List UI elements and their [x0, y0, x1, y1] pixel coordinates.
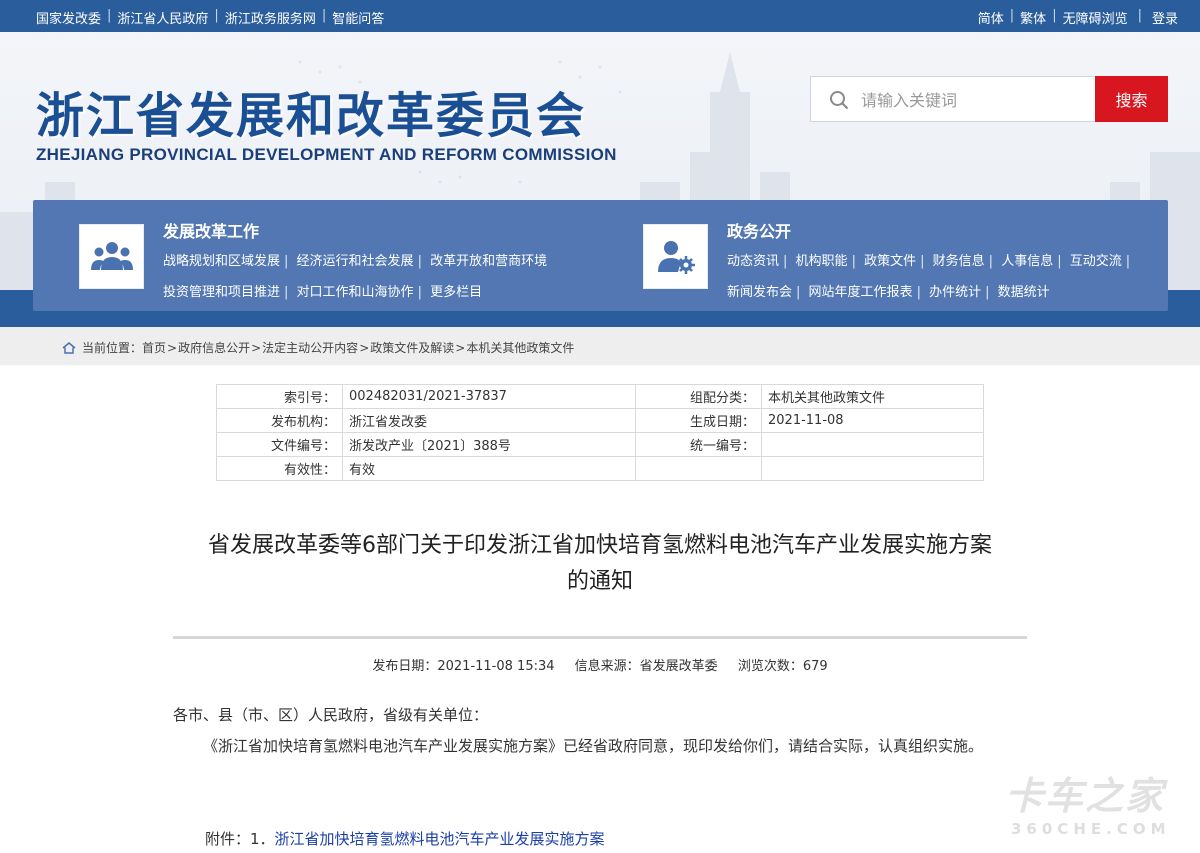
login-link[interactable]: 登录 [1152, 8, 1178, 27]
document-meta-table: 索引号： 002482031/2021-37837 组配分类： 本机关其他政策文… [216, 384, 984, 481]
meta-key: 文件编号： [216, 432, 343, 457]
link-traditional[interactable]: 繁体 [1020, 8, 1046, 27]
table-row: 文件编号： 浙发改产业〔2021〕388号 统一编号： [216, 432, 984, 457]
nav-link-case-stats[interactable]: 办件统计 [929, 285, 981, 300]
nav-link-opening[interactable]: 改革开放和营商环境 [430, 254, 547, 269]
nav-link-functions[interactable]: 机构职能 [796, 254, 848, 269]
nav-link-policy[interactable]: 政策文件 [864, 254, 916, 269]
attachment-label: 附件：1． [205, 830, 275, 848]
link-simplified[interactable]: 简体 [978, 8, 1004, 27]
search-icon [830, 91, 849, 110]
info-source: 信息来源：省发展改革委 [574, 659, 718, 674]
breadcrumb-other-policy[interactable]: 本机关其他政策文件 [466, 339, 574, 356]
user-gear-icon [643, 224, 708, 289]
nav-link-finance[interactable]: 财务信息 [933, 254, 985, 269]
meta-key: 生成日期： [635, 408, 762, 433]
nav-reform-line2: 投资管理和项目推进 | 对口工作和山海协作 | 更多栏目 [163, 285, 483, 300]
nav-link-personnel[interactable]: 人事信息 [1001, 254, 1053, 269]
meta-value [761, 432, 984, 457]
nav-link-more[interactable]: 更多栏目 [430, 285, 482, 300]
link-zj-service[interactable]: 浙江政务服务网 [225, 8, 316, 27]
nav-title-reform: 发展改革工作 [163, 222, 260, 241]
table-row: 索引号： 002482031/2021-37837 组配分类： 本机关其他政策文… [216, 384, 984, 409]
article-title-line1: 省发展改革委等6部门关于印发浙江省加快培育氢燃料电池汽车产业发展实施方案 [208, 533, 992, 558]
nav-link-investment[interactable]: 投资管理和项目推进 [163, 285, 280, 300]
nav-link-press[interactable]: 新闻发布会 [727, 285, 792, 300]
nav-link-annual-report[interactable]: 网站年度工作报表 [809, 285, 913, 300]
nav-title-affairs: 政务公开 [727, 222, 792, 241]
search-bar: 搜索 [810, 76, 1168, 122]
top-bar: 国家发改委 | 浙江省人民政府 | 浙江政务服务网 | 智能问答 简体 | 繁体 | 无障… [0, 0, 1200, 32]
meta-key: 发布机构： [216, 408, 343, 433]
nav-link-cooperation[interactable]: 对口工作和山海协作 [297, 285, 414, 300]
meta-key: 索引号： [216, 384, 343, 409]
table-row: 有效性： 有效 [216, 456, 984, 481]
nav-section-affairs: 政务公开 动态资讯 | 机构职能 | 政策文件 | 财务信息 | 人事信息 | 互动交流 |… [593, 200, 1168, 311]
search-button[interactable]: 搜索 [1095, 76, 1168, 122]
attachment-link[interactable]: 浙江省加快培育氢燃料电池汽车产业发展实施方案 [275, 830, 605, 848]
nav-link-economy[interactable]: 经济运行和社会发展 [297, 254, 414, 269]
meta-key: 有效性： [216, 456, 343, 481]
nav-affairs-line2: 新闻发布会 | 网站年度工作报表 | 办件统计 | 数据统计 [727, 285, 1050, 300]
meta-key [635, 456, 762, 481]
top-right-links: 简体 | 繁体 | 无障碍浏览 | 登录 [977, 8, 1178, 27]
article-title: 省发展改革委等6部门关于印发浙江省加快培育氢燃料电池汽车产业发展实施方案 的通知 [170, 528, 1030, 600]
meta-key: 组配分类： [635, 384, 762, 409]
people-icon [79, 224, 144, 289]
site-header: 浙江省发展和改革委员会 ZHEJIANG PROVINCIAL DEVELOPM… [0, 32, 1200, 327]
nav-link-interaction[interactable]: 互动交流 [1070, 254, 1122, 269]
search-box [810, 76, 1096, 122]
link-smart-qa[interactable]: 智能问答 [332, 8, 384, 27]
nav-link-data-stats[interactable]: 数据统计 [998, 285, 1050, 300]
body-paragraph: 《浙江省加快培育氢燃料电池汽车产业发展实施方案》已经省政府同意，现印发给你们，请… [203, 737, 984, 755]
home-icon [62, 341, 76, 354]
meta-value: 本机关其他政策文件 [761, 384, 984, 409]
article-body: 各市、县（市、区）人民政府，省级有关单位： 《浙江省加快培育氢燃料电池汽车产业发… [173, 700, 1027, 762]
main-nav-panel: 发展改革工作 战略规划和区域发展 | 经济运行和社会发展 | 改革开放和营商环境 投… [33, 200, 1168, 311]
site-title-en: ZHEJIANG PROVINCIAL DEVELOPMENT AND REFO… [36, 145, 617, 164]
breadcrumb-label: 当前位置： [82, 341, 143, 355]
meta-key: 统一编号： [635, 432, 762, 457]
view-count: 浏览次数：679 [737, 659, 828, 674]
link-accessibility[interactable]: 无障碍浏览 [1063, 8, 1128, 27]
publish-info: 发布日期：2021-11-08 15:34 信息来源：省发展改革委 浏览次数：6… [173, 655, 1027, 674]
nav-link-strategy[interactable]: 战略规划和区域发展 [163, 254, 280, 269]
publish-date: 发布日期：2021-11-08 15:34 [372, 659, 555, 674]
nav-section-reform: 发展改革工作 战略规划和区域发展 | 经济运行和社会发展 | 改革开放和营商环境 投… [33, 200, 593, 311]
nav-link-news[interactable]: 动态资讯 [727, 254, 779, 269]
meta-value: 2021-11-08 [761, 408, 984, 433]
link-zj-gov[interactable]: 浙江省人民政府 [117, 8, 208, 27]
watermark-en: 360CHE.COM [1011, 820, 1171, 838]
breadcrumb-home[interactable]: 首页 [142, 339, 166, 356]
article-title-line2: 的通知 [566, 569, 633, 594]
salutation: 各市、县（市、区）人民政府，省级有关单位： [173, 706, 489, 724]
title-divider [173, 636, 1027, 639]
top-left-links: 国家发改委 | 浙江省人民政府 | 浙江政务服务网 | 智能问答 [36, 8, 385, 27]
search-input[interactable] [861, 87, 1091, 113]
link-ndrc[interactable]: 国家发改委 [36, 8, 101, 27]
site-title-cn: 浙江省发展和改革委员会 [36, 88, 587, 144]
nav-affairs-line1: 动态资讯 | 机构职能 | 政策文件 | 财务信息 | 人事信息 | 互动交流 | [727, 254, 1131, 269]
watermark-cn: 卡车之家 [1005, 774, 1166, 818]
breadcrumb: 当前位置： 首页 > 政府信息公开 > 法定主动公开内容 > 政策文件及解读 > 本机关… [0, 327, 1200, 365]
table-row: 发布机构： 浙江省发改委 生成日期： 2021-11-08 [216, 408, 984, 433]
meta-value: 有效 [342, 456, 636, 481]
breadcrumb-gov-info[interactable]: 政府信息公开 [178, 339, 250, 356]
attachment: 附件：1．浙江省加快培育氢燃料电池汽车产业发展实施方案 [205, 828, 605, 849]
meta-value [761, 456, 984, 481]
meta-value: 浙发改产业〔2021〕388号 [342, 432, 636, 457]
breadcrumb-policy[interactable]: 政策文件及解读 [370, 339, 454, 356]
meta-value: 002482031/2021-37837 [342, 384, 636, 409]
breadcrumb-statutory[interactable]: 法定主动公开内容 [262, 339, 358, 356]
meta-value: 浙江省发改委 [342, 408, 636, 433]
watermark-logo: 卡车之家 360CHE.COM [1005, 765, 1175, 838]
nav-reform-line1: 战略规划和区域发展 | 经济运行和社会发展 | 改革开放和营商环境 [163, 254, 548, 269]
